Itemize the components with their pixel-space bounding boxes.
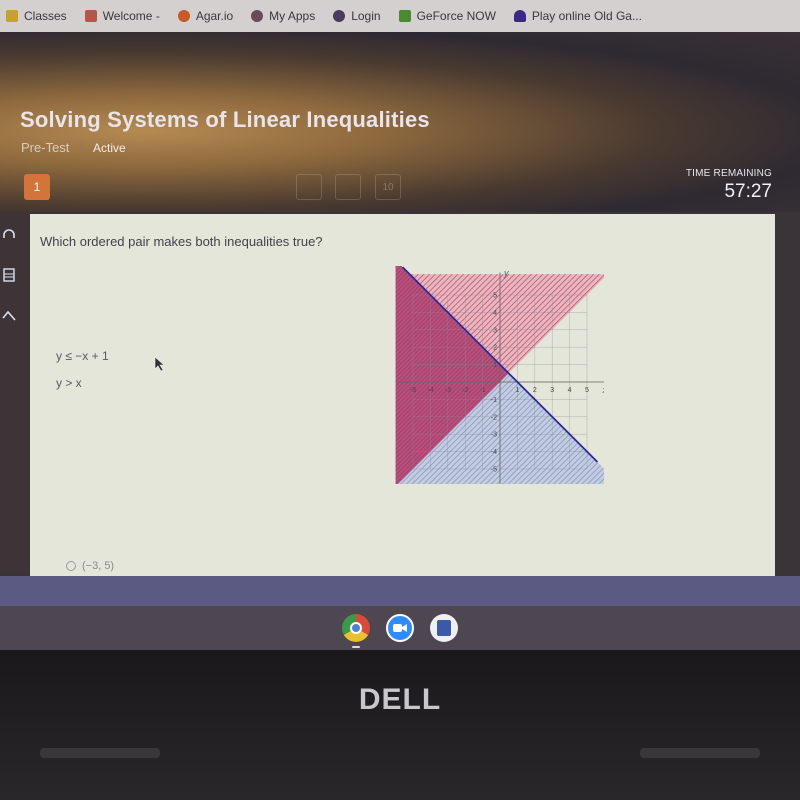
bookmark-label: Agar.io <box>195 9 234 23</box>
y-tick-label: 1 <box>493 362 497 369</box>
status-label: Active <box>93 140 126 155</box>
x-tick-label: 1 <box>515 387 519 394</box>
separator: / <box>79 140 84 155</box>
bookmark-label: GeForce NOW <box>416 9 496 23</box>
timer: TIME REMAINING 57:27 <box>686 168 772 203</box>
bookmark-agario[interactable]: Agar.io <box>177 9 234 23</box>
bookmark-welcome[interactable]: Welcome - <box>84 9 160 23</box>
question-nav-button[interactable]: 10 <box>375 174 401 200</box>
lesson-title: Solving Systems of Linear Inequalities <box>20 107 430 132</box>
apps-icon <box>251 10 264 22</box>
pencil-icon[interactable] <box>0 306 18 324</box>
laptop-bezel <box>0 650 800 800</box>
x-tick-label: 5 <box>585 387 589 394</box>
y-tick-label: -1 <box>491 397 497 404</box>
answer-option-label: (−3, 5) <box>82 560 115 572</box>
zoom-icon[interactable] <box>386 614 414 642</box>
login-icon <box>333 10 346 22</box>
laptop-foot <box>640 748 760 758</box>
timer-value: 57:27 <box>724 181 772 202</box>
app-icon[interactable] <box>430 614 458 642</box>
question-nav: 1 <box>24 174 50 200</box>
y-tick-label: -2 <box>491 414 497 421</box>
inequality-1: y ≤ −x + 1 <box>56 349 109 363</box>
bookmarks-bar: Classes Welcome - Agar.io My Apps Login … <box>0 0 800 32</box>
screen: Classes Welcome - Agar.io My Apps Login … <box>0 0 800 650</box>
lesson-type: Pre-Test <box>21 140 70 155</box>
lesson-header: Solving Systems of Linear Inequalities P… <box>0 32 800 212</box>
question-nav-button[interactable] <box>296 174 322 200</box>
bookmark-my-apps[interactable]: My Apps <box>251 9 315 23</box>
bookmark-label: Play online Old Ga... <box>531 9 642 23</box>
y-tick-label: 5 <box>493 293 497 300</box>
bookmark-classes[interactable]: Classes <box>6 9 67 23</box>
ghost-icon <box>513 10 526 22</box>
y-axis-label: y <box>503 268 509 278</box>
geforce-icon <box>398 10 411 22</box>
chromeos-shelf <box>0 606 800 650</box>
dell-logo: DELL <box>358 683 442 716</box>
active-indicator <box>352 646 360 648</box>
x-axis-label: x <box>602 385 604 395</box>
y-tick-label: 2 <box>493 345 497 352</box>
x-tick-label: -2 <box>462 387 468 394</box>
schoology-icon <box>84 10 97 22</box>
bookmark-old-games[interactable]: Play online Old Ga... <box>513 9 642 23</box>
bookmark-geforce-now[interactable]: GeForce NOW <box>398 9 496 23</box>
x-tick-label: -5 <box>410 387 416 394</box>
laptop-foot <box>40 748 160 758</box>
y-tick-label: 3 <box>493 327 497 334</box>
answer-option[interactable]: (−3, 5) <box>66 560 114 572</box>
mouse-cursor-icon <box>154 356 165 372</box>
radio-button[interactable] <box>66 561 76 571</box>
bookmark-label: Classes <box>24 9 67 23</box>
y-tick-label: -5 <box>491 467 497 474</box>
classroom-icon <box>6 10 18 22</box>
x-tick-label: -4 <box>427 387 433 394</box>
y-tick-label: -4 <box>491 449 497 456</box>
question-panel: Which ordered pair makes both inequaliti… <box>30 214 775 576</box>
side-toolbar <box>0 212 30 572</box>
y-tick-label: 4 <box>493 310 497 317</box>
bookmark-label: Welcome - <box>102 9 160 23</box>
x-tick-label: -1 <box>479 387 485 394</box>
window-bottom-strip <box>0 576 800 606</box>
chrome-icon[interactable] <box>342 614 370 648</box>
x-tick-label: 2 <box>533 387 537 394</box>
x-tick-label: -3 <box>445 387 451 394</box>
bookmark-label: My Apps <box>269 9 316 23</box>
lesson-subtitle: Pre-Test / Active <box>21 140 126 155</box>
bookmark-login[interactable]: Login <box>333 9 381 23</box>
calculator-icon[interactable] <box>0 266 18 284</box>
headphones-icon[interactable] <box>0 226 18 244</box>
agar-icon <box>177 10 190 22</box>
question-1-button[interactable]: 1 <box>24 174 50 200</box>
question-prompt: Which ordered pair makes both inequaliti… <box>40 234 323 249</box>
bookmark-label: Login <box>351 9 381 23</box>
inequality-graph: -5 -4 -3 -2 -1 1 2 3 4 5 5 4 3 2 1 -1 -2 -3 -4 -5 x y <box>395 266 604 484</box>
x-tick-label: 4 <box>568 387 572 394</box>
question-nav-button[interactable] <box>335 174 361 200</box>
timer-label: TIME REMAINING <box>685 168 772 179</box>
inequality-2: y > x <box>56 376 82 390</box>
x-tick-label: 3 <box>550 387 554 394</box>
y-tick-label: -3 <box>491 432 497 439</box>
